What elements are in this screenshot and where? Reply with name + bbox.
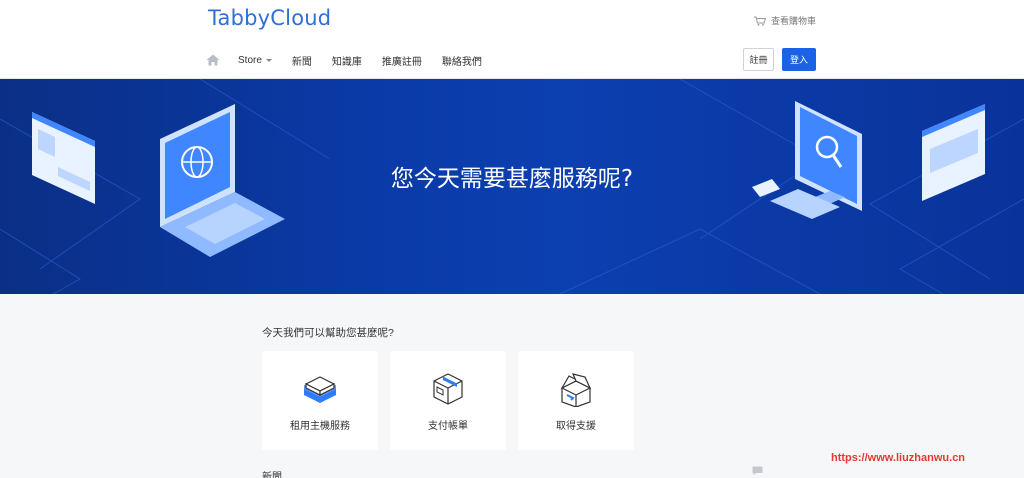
nav-item-label: 新聞 — [291, 56, 312, 68]
package-icon — [433, 373, 463, 405]
help-section-title: 今天我們可以幫助您甚麼呢? — [262, 327, 394, 339]
comment-icon[interactable] — [752, 466, 763, 476]
nav-item-news[interactable]: 新聞 — [292, 53, 312, 68]
get-support-card[interactable]: 取得支援 — [518, 351, 634, 450]
card-label: 租用主機服務 — [290, 421, 350, 432]
card-label: 支付帳單 — [428, 421, 468, 432]
nav-item-label: 推廣註冊 — [381, 56, 422, 68]
view-cart-link[interactable]: 查看購物車 — [753, 14, 816, 27]
cart-icon — [753, 16, 766, 26]
register-button[interactable]: 註冊 — [743, 48, 774, 71]
nav-item-label: Store — [238, 54, 262, 66]
nav-item-knowledgebase[interactable]: 知識庫 — [332, 53, 362, 68]
site-header: TabbyCloud 查看購物車 Store 新聞 知識庫 推廣註冊 聯絡我們 … — [0, 0, 1024, 79]
hero-title: 您今天需要甚麼服務呢? — [390, 166, 634, 192]
server-box-icon — [304, 376, 336, 403]
news-section-title: 新聞 — [262, 472, 282, 478]
nav-item-contact[interactable]: 聯絡我們 — [442, 53, 482, 68]
home-icon[interactable] — [206, 54, 220, 66]
nav-item-label: 知識庫 — [331, 56, 362, 68]
main-nav: Store 新聞 知識庫 推廣註冊 聯絡我們 — [206, 50, 502, 70]
nav-item-affiliates[interactable]: 推廣註冊 — [382, 53, 422, 68]
watermark-text: https://www.liuzhanwu.cn — [831, 452, 966, 464]
chevron-down-icon — [265, 58, 272, 62]
cart-label: 查看購物車 — [770, 16, 816, 26]
brand-logo[interactable]: TabbyCloud — [208, 6, 331, 30]
nav-item-label: 聯絡我們 — [441, 56, 482, 68]
pay-invoice-card[interactable]: 支付帳單 — [390, 351, 506, 450]
login-button[interactable]: 登入 — [782, 48, 816, 71]
order-hosting-card[interactable]: 租用主機服務 — [262, 351, 378, 450]
hero-banner: 您今天需要甚麼服務呢? — [0, 79, 1024, 294]
open-box-icon — [560, 373, 592, 407]
nav-item-store[interactable]: Store — [238, 55, 272, 66]
card-label: 取得支援 — [556, 421, 596, 432]
